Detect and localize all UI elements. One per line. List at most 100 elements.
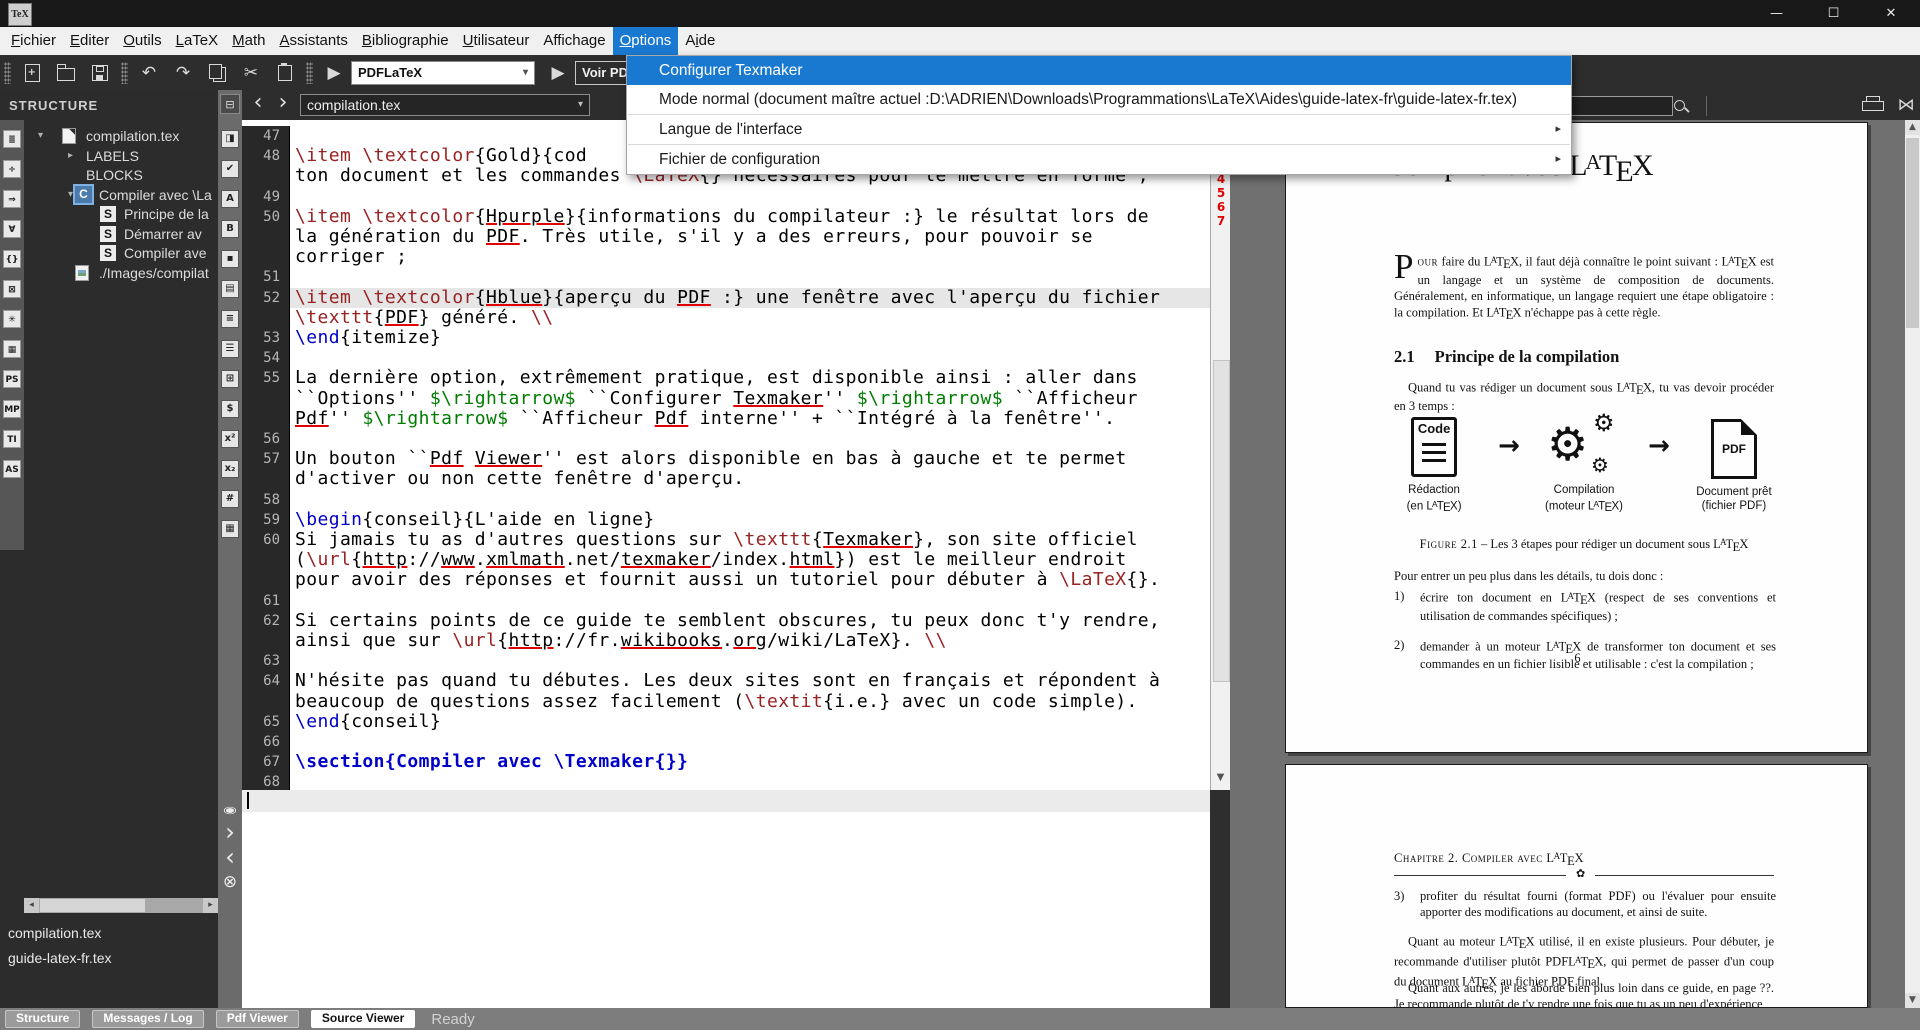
scroll-down-icon[interactable]: ▼ [1905, 993, 1920, 1008]
menubar-item-assistants[interactable]: Assistants [273, 27, 355, 55]
prev-document-button[interactable]: ‹ [247, 92, 269, 116]
symbol-panel-tab-8[interactable]: ▦ [3, 340, 21, 358]
open-file-guide-latex-fr-tex[interactable]: guide-latex-fr.tex [8, 950, 112, 966]
symbol-panel-tab-6[interactable]: ⊠ [3, 280, 21, 298]
tree-expander-icon[interactable]: ▾ [68, 185, 73, 205]
symbol-panel-tab-12[interactable]: AS [3, 460, 21, 478]
source-editor[interactable]: 4748\item \textcolor{Gold}{codton docume… [242, 120, 1210, 790]
latex-tool-button-12[interactable]: x₂ [221, 460, 239, 478]
external-viewer-button[interactable]: ⋈ [1894, 94, 1918, 116]
new-file-button[interactable]: + [19, 60, 45, 86]
next-document-button[interactable]: › [272, 92, 294, 116]
latex-tool-button-7[interactable]: ≡ [221, 310, 239, 328]
structure-refresh-button[interactable]: ⊟ [220, 94, 240, 114]
open-file-compilation-tex[interactable]: compilation.tex [8, 925, 101, 941]
undo-button[interactable]: ↶ [136, 60, 162, 86]
tree-item-blocks[interactable]: BLOCKS [24, 165, 218, 185]
menubar-item-options[interactable]: Options [613, 27, 679, 55]
tree-expander-icon[interactable]: ▸ [68, 146, 73, 166]
menubar-item-affichage[interactable]: Affichage [536, 27, 612, 55]
symbol-panel-tab-9[interactable]: PS [3, 370, 21, 388]
menu-item-mode[interactable]: Mode normal (document maître actuel :D:\… [627, 85, 1571, 114]
scrollbar-thumb[interactable] [1906, 138, 1919, 328]
scrollbar-thumb[interactable] [1213, 360, 1230, 682]
tree-item-compiler-ave[interactable]: SCompiler ave [24, 243, 218, 263]
editor-row: corriger ; [242, 247, 1210, 267]
editor-cursor-line[interactable] [242, 790, 1210, 812]
structure-hscrollbar[interactable]: ◂ ▸ [24, 898, 218, 913]
latex-tool-button-1[interactable]: ◨ [221, 130, 239, 148]
latex-tool-button-3[interactable]: A [221, 190, 239, 208]
status-tab-messages-log[interactable]: Messages / Log [92, 1010, 203, 1028]
compile-mode-select[interactable]: PDFLaTeX ▾ [351, 61, 535, 85]
symbol-panel-tab-3[interactable]: ⇒ [3, 190, 21, 208]
redo-button[interactable]: ↷ [170, 60, 196, 86]
copy-button[interactable] [204, 60, 230, 86]
scroll-left-icon[interactable]: ◂ [24, 898, 39, 913]
menubar-item-utilisateur[interactable]: Utilisateur [456, 27, 537, 55]
menubar-item-fichier[interactable]: Fichier [4, 27, 63, 55]
eye-icon[interactable]: ◉ [218, 803, 242, 817]
latex-tool-button-13[interactable]: # [221, 490, 239, 508]
latex-tool-button-4[interactable]: B [221, 220, 239, 238]
menubar-item-editer[interactable]: Editer [63, 27, 116, 55]
menu-item-fichier[interactable]: Fichier de configuration▸ [627, 145, 1571, 174]
latex-tool-button-2[interactable]: ✔ [221, 160, 239, 178]
status-tab-source-viewer[interactable]: Source Viewer [311, 1010, 416, 1028]
tree-item-compilation-tex[interactable]: ▾compilation.tex [24, 126, 218, 146]
symbol-panel-tab-2[interactable]: ÷ [3, 160, 21, 178]
scroll-down-icon[interactable]: ▼ [1211, 768, 1230, 788]
run-view-button[interactable]: ▶ [545, 60, 571, 86]
symbol-panel-tab-10[interactable]: MP [3, 400, 21, 418]
tree-item--images-compilat[interactable]: ./Images/compilat [24, 263, 218, 283]
editor-vscrollbar[interactable]: ▼ 4567 [1210, 120, 1230, 790]
expand-log-icon[interactable]: › [218, 820, 242, 844]
close-log-icon[interactable]: ⊗ [218, 870, 242, 894]
menubar-item-aide[interactable]: Aide [678, 27, 722, 55]
symbol-panel-tab-11[interactable]: TI [3, 430, 21, 448]
symbol-panel-tab-7[interactable]: ✳ [3, 310, 21, 328]
latex-tool-button-8[interactable]: ☰ [221, 340, 239, 358]
latex-tool-button-10[interactable]: $ [221, 400, 239, 418]
latex-tool-button-11[interactable]: x² [221, 430, 239, 448]
collapse-log-icon[interactable]: ‹ [218, 845, 242, 869]
menubar-item-outils[interactable]: Outils [116, 27, 168, 55]
maximize-button[interactable]: ☐ [1805, 0, 1862, 27]
open-file-selector[interactable]: compilation.tex ▾ [300, 94, 590, 116]
scroll-right-icon[interactable]: ▸ [203, 898, 218, 913]
symbol-panel-tab-1[interactable]: ≣ [3, 130, 21, 148]
paste-button[interactable] [272, 60, 298, 86]
minimize-button[interactable]: — [1748, 0, 1805, 27]
open-file-button[interactable] [53, 60, 79, 86]
symbol-panel-tab-5[interactable]: {} [3, 250, 21, 268]
menubar-item-latex[interactable]: LaTeX [169, 27, 226, 55]
tree-item-labels[interactable]: ▸LABELS [24, 146, 218, 166]
structure-tree[interactable]: ▾compilation.tex▸LABELSBLOCKS▾CCompiler … [24, 120, 218, 898]
tree-item-principe-de-la[interactable]: SPrincipe de la [24, 204, 218, 224]
status-tab-pdf-viewer[interactable]: Pdf Viewer [216, 1010, 299, 1028]
scrollbar-thumb[interactable] [40, 899, 145, 912]
menubar-item-math[interactable]: Math [225, 27, 272, 55]
tree-expander-icon[interactable]: ▾ [38, 126, 43, 146]
tree-item-compiler-avec-la[interactable]: ▾CCompiler avec \La [24, 185, 218, 205]
save-file-button[interactable] [87, 60, 113, 86]
menubar-item-bibliographie[interactable]: Bibliographie [355, 27, 456, 55]
scroll-up-icon[interactable]: ▲ [1905, 120, 1920, 135]
latex-tool-button-5[interactable]: ▪ [221, 250, 239, 268]
symbol-panel-tab-4[interactable]: ∀ [3, 220, 21, 238]
print-button[interactable] [1862, 96, 1884, 114]
pdf-vscrollbar[interactable]: ▲ ▼ [1905, 120, 1920, 1008]
latex-tool-button-6[interactable]: ▤ [221, 280, 239, 298]
tree-item-d-marrer-av[interactable]: SDémarrer av [24, 224, 218, 244]
latex-tool-button-14[interactable]: ▦ [221, 520, 239, 538]
cut-button[interactable]: ✂ [238, 60, 264, 86]
menu-item-configurer[interactable]: Configurer Texmaker [627, 56, 1571, 85]
line-number [242, 469, 290, 489]
status-tab-structure[interactable]: Structure [5, 1010, 80, 1028]
run-compile-button[interactable]: ▶ [321, 60, 347, 86]
search-icon[interactable] [1672, 98, 1690, 116]
close-button[interactable]: ✕ [1862, 0, 1920, 27]
line-number: 67 [242, 752, 290, 772]
latex-tool-button-9[interactable]: ⊞ [221, 370, 239, 388]
menu-item-langue[interactable]: Langue de l'interface▸ [627, 115, 1571, 144]
